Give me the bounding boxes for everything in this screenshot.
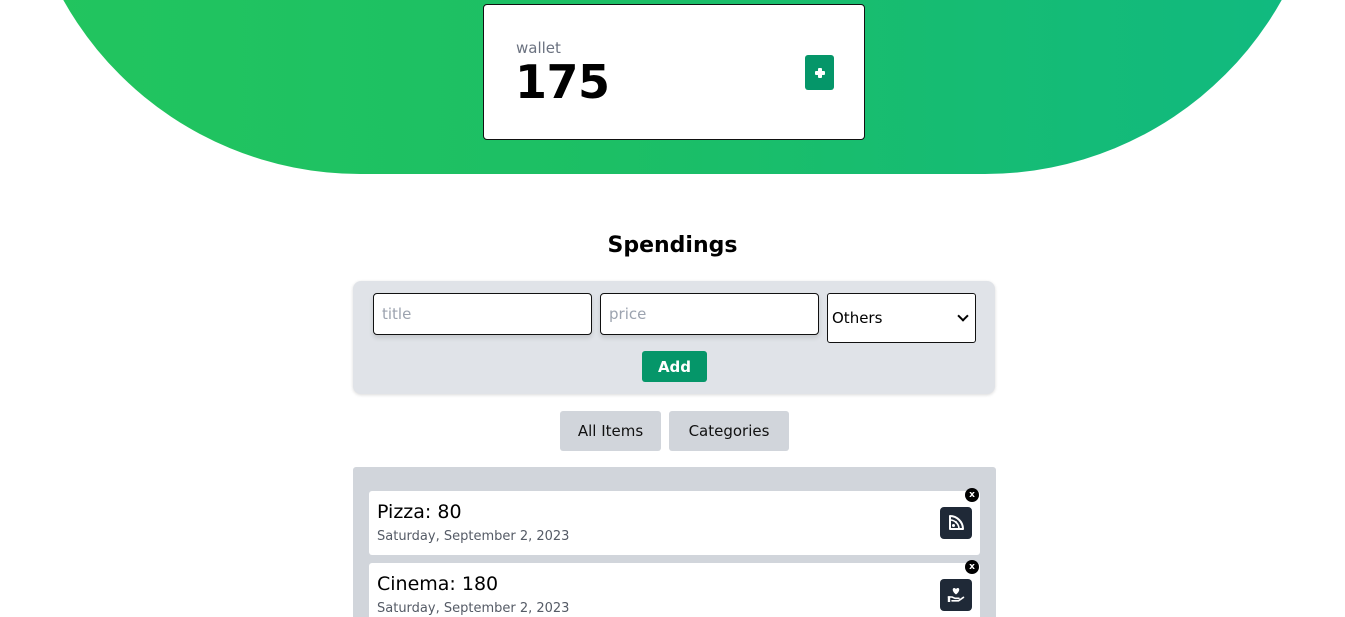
pizza-slice-icon — [940, 507, 972, 539]
spendings-title: Spendings — [607, 233, 738, 258]
item-title: Cinema: 180 — [377, 573, 499, 595]
chevron-down-icon — [957, 310, 969, 322]
wallet-add-button[interactable] — [805, 55, 834, 90]
item-date: Saturday, September 2, 2023 — [377, 601, 570, 616]
spending-list: Pizza: 80 Saturday, September 2, 2023 x … — [353, 467, 996, 617]
wallet-amount: 175 — [515, 55, 610, 109]
title-input[interactable] — [373, 293, 592, 335]
plus-icon — [814, 67, 825, 78]
wallet-card: wallet 175 — [483, 4, 865, 140]
category-select-value: Others — [832, 309, 883, 327]
page: wallet 175 Spendings Others Add All Item… — [0, 0, 1345, 617]
hand-holding-heart-icon — [940, 579, 972, 611]
delete-item-button[interactable]: x — [965, 488, 979, 502]
tab-categories[interactable]: Categories — [669, 411, 789, 451]
item-date: Saturday, September 2, 2023 — [377, 529, 570, 544]
spending-form: Others Add — [353, 281, 995, 394]
item-title: Pizza: 80 — [377, 501, 462, 523]
delete-item-button[interactable]: x — [965, 560, 979, 574]
list-item: Pizza: 80 Saturday, September 2, 2023 x — [369, 488, 980, 555]
tab-all-items[interactable]: All Items — [560, 411, 661, 451]
category-select[interactable]: Others — [827, 293, 976, 343]
add-spending-button[interactable]: Add — [642, 351, 707, 382]
list-item: Cinema: 180 Saturday, September 2, 2023 … — [369, 560, 980, 617]
price-input[interactable] — [600, 293, 819, 335]
